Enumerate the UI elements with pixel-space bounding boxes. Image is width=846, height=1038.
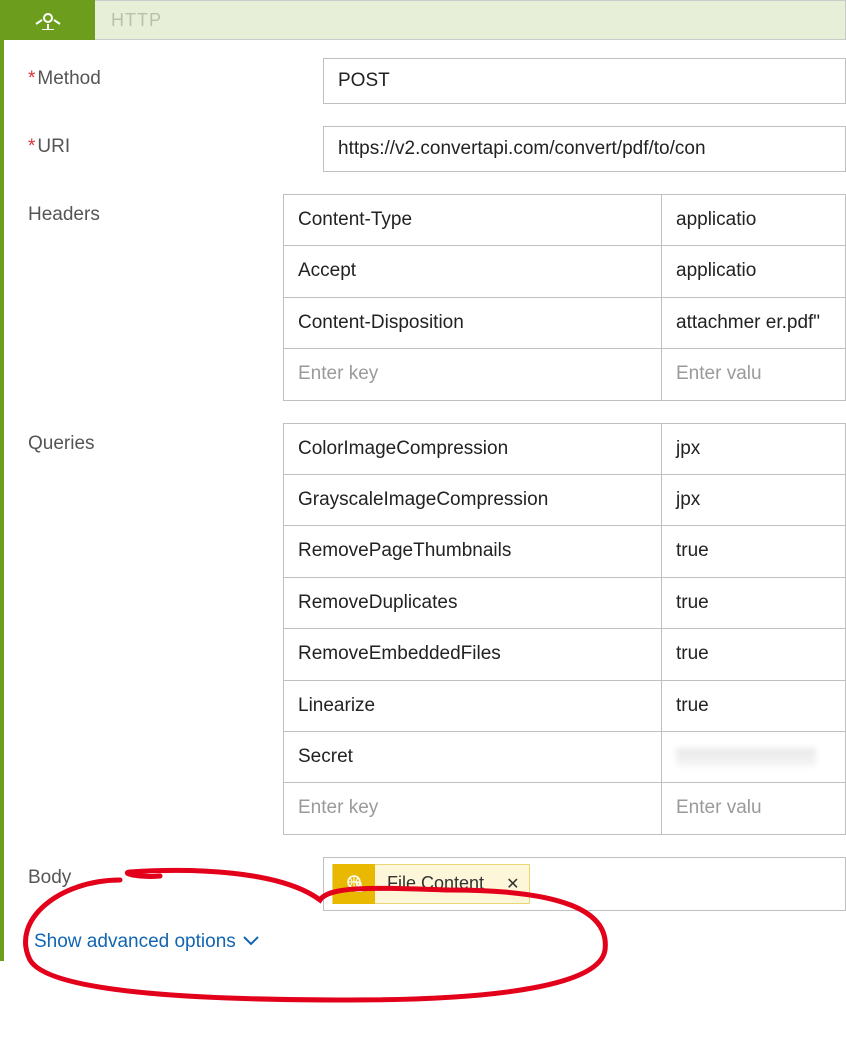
table-row: Accept applicatio bbox=[284, 246, 845, 297]
token-label: File Content bbox=[375, 873, 496, 894]
token-remove-icon[interactable]: ✕ bbox=[496, 874, 529, 894]
query-value[interactable]: true bbox=[662, 681, 845, 731]
file-content-token[interactable]: File Content ✕ bbox=[332, 864, 530, 904]
http-action-icon bbox=[0, 0, 95, 40]
header-key[interactable]: Accept bbox=[284, 246, 662, 296]
method-row: *Method bbox=[28, 58, 846, 104]
masked-secret bbox=[676, 748, 816, 766]
header-value[interactable]: applicatio bbox=[662, 195, 845, 245]
query-key[interactable]: RemoveEmbeddedFiles bbox=[284, 629, 662, 679]
method-input[interactable] bbox=[323, 58, 846, 104]
query-value[interactable]: jpx bbox=[662, 424, 845, 474]
table-row-new: Enter key Enter valu bbox=[284, 783, 845, 833]
query-value[interactable]: true bbox=[662, 526, 845, 576]
query-value[interactable]: true bbox=[662, 578, 845, 628]
action-title: HTTP bbox=[95, 10, 162, 31]
table-row: RemovePageThumbnails true bbox=[284, 526, 845, 577]
show-advanced-options-link[interactable]: Show advanced options bbox=[34, 931, 260, 953]
queries-row: Queries ColorImageCompression jpx Graysc… bbox=[28, 423, 846, 835]
table-row: RemoveEmbeddedFiles true bbox=[284, 629, 845, 680]
body-input[interactable]: File Content ✕ bbox=[323, 857, 846, 911]
globe-lock-icon bbox=[333, 864, 375, 904]
uri-input[interactable] bbox=[323, 126, 846, 172]
table-row: GrayscaleImageCompression jpx bbox=[284, 475, 845, 526]
action-header: HTTP bbox=[0, 0, 846, 40]
header-value-new[interactable]: Enter valu bbox=[662, 349, 845, 399]
query-value-new[interactable]: Enter valu bbox=[662, 783, 845, 833]
table-row-new: Enter key Enter valu bbox=[284, 349, 845, 399]
query-key[interactable]: ColorImageCompression bbox=[284, 424, 662, 474]
uri-label: *URI bbox=[28, 126, 323, 158]
table-row: ColorImageCompression jpx bbox=[284, 424, 845, 475]
header-value[interactable]: applicatio bbox=[662, 246, 845, 296]
queries-table: ColorImageCompression jpx GrayscaleImage… bbox=[283, 423, 846, 835]
table-row: Content-Disposition attachmer er.pdf" bbox=[284, 298, 845, 349]
query-key[interactable]: RemoveDuplicates bbox=[284, 578, 662, 628]
headers-label: Headers bbox=[28, 194, 283, 226]
header-key-new[interactable]: Enter key bbox=[284, 349, 662, 399]
chevron-down-icon bbox=[242, 931, 260, 953]
body-label: Body bbox=[28, 857, 323, 889]
query-key[interactable]: Linearize bbox=[284, 681, 662, 731]
table-row: Linearize true bbox=[284, 681, 845, 732]
query-key[interactable]: Secret bbox=[284, 732, 662, 782]
query-value[interactable]: true bbox=[662, 629, 845, 679]
method-label: *Method bbox=[28, 58, 323, 90]
query-value[interactable]: jpx bbox=[662, 475, 845, 525]
header-value[interactable]: attachmer er.pdf" bbox=[662, 298, 845, 348]
query-value[interactable] bbox=[662, 732, 845, 782]
headers-table: Content-Type applicatio Accept applicati… bbox=[283, 194, 846, 401]
headers-row: Headers Content-Type applicatio Accept a… bbox=[28, 194, 846, 401]
query-key[interactable]: GrayscaleImageCompression bbox=[284, 475, 662, 525]
advanced-link-label: Show advanced options bbox=[34, 931, 236, 953]
table-row: Content-Type applicatio bbox=[284, 195, 845, 246]
query-key[interactable]: RemovePageThumbnails bbox=[284, 526, 662, 576]
table-row: RemoveDuplicates true bbox=[284, 578, 845, 629]
uri-row: *URI bbox=[28, 126, 846, 172]
queries-label: Queries bbox=[28, 423, 283, 455]
query-key-new[interactable]: Enter key bbox=[284, 783, 662, 833]
header-key[interactable]: Content-Disposition bbox=[284, 298, 662, 348]
header-key[interactable]: Content-Type bbox=[284, 195, 662, 245]
table-row: Secret bbox=[284, 732, 845, 783]
body-row: Body File Content ✕ bbox=[28, 857, 846, 911]
